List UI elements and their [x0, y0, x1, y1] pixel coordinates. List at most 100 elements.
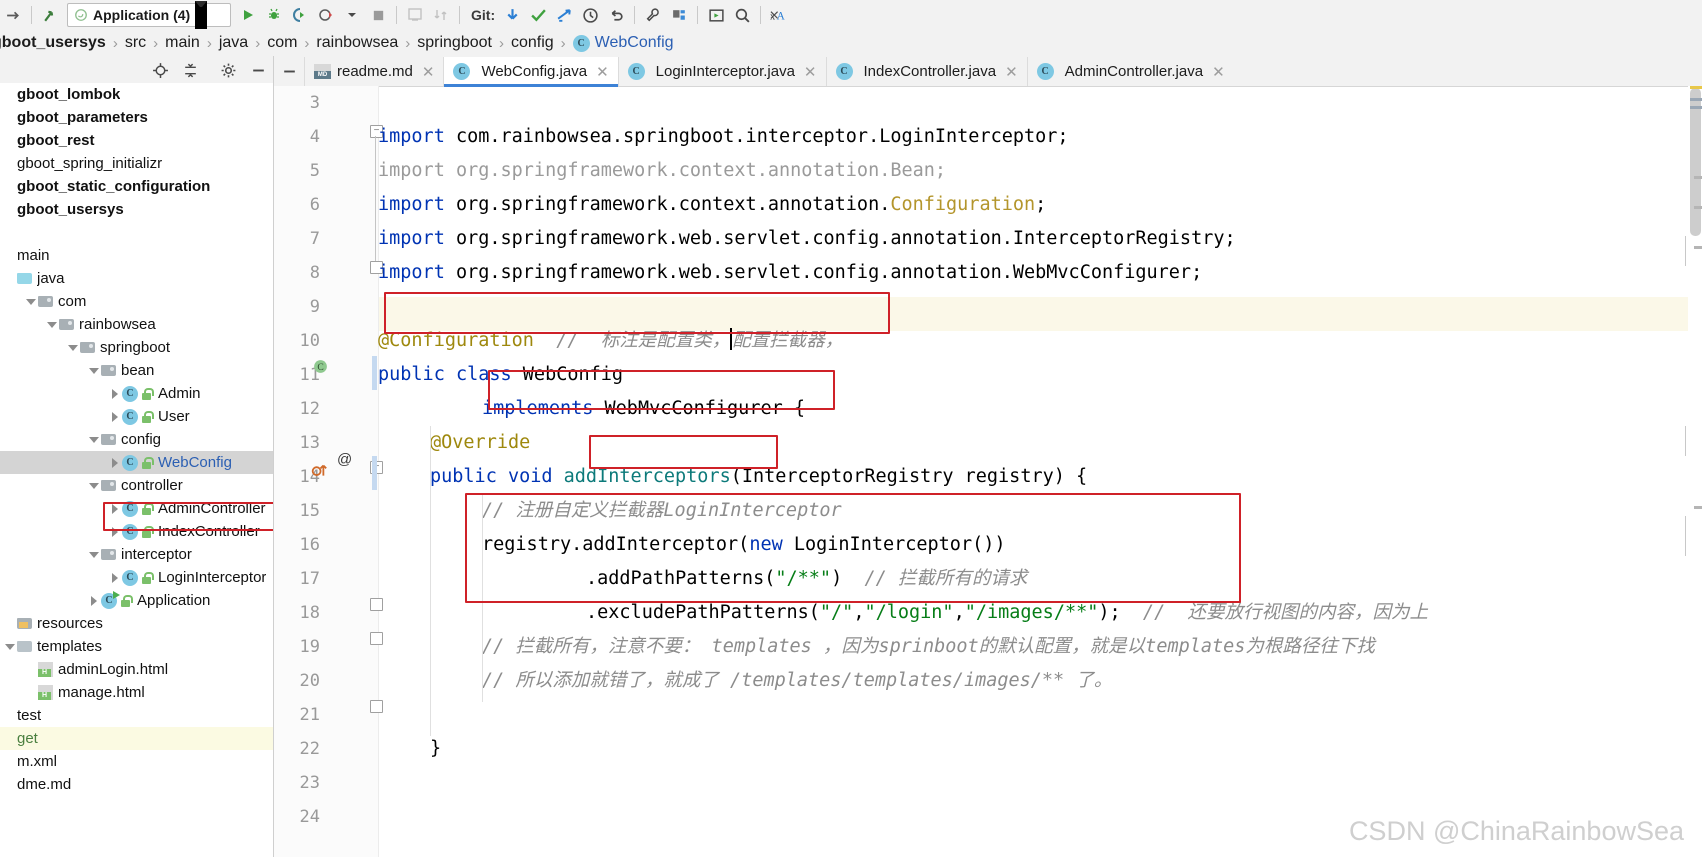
breadcrumb-item-java[interactable]: java — [219, 34, 248, 52]
info-stripe[interactable] — [1690, 98, 1702, 101]
code-text[interactable]: import com.rainbowsea.springboot.interce… — [378, 86, 1658, 857]
tree-item-gboot-parameters[interactable]: gboot_parameters — [0, 106, 273, 129]
tree-item-java[interactable]: java — [0, 267, 273, 290]
git-commit-icon[interactable] — [525, 2, 551, 28]
breadcrumb-item-config[interactable]: config — [511, 34, 554, 52]
tab-webconfig-java[interactable]: C WebConfig.java ✕ — [443, 57, 617, 86]
git-push-icon[interactable] — [551, 2, 577, 28]
chevron-down-icon[interactable] — [4, 640, 17, 653]
search-icon[interactable] — [729, 2, 755, 28]
collapse-all-icon[interactable] — [180, 60, 200, 80]
editor-scrollbar[interactable] — [1688, 86, 1702, 857]
tab-logininterceptor-java[interactable]: C LoginInterceptor.java ✕ — [618, 57, 826, 86]
chevron-down-icon[interactable] — [88, 548, 101, 561]
close-icon[interactable]: ✕ — [596, 63, 609, 81]
chevron-down-icon[interactable] — [25, 295, 38, 308]
chevron-right-icon[interactable] — [109, 525, 122, 538]
chevron-right-icon[interactable] — [88, 594, 101, 607]
chevron-right-icon[interactable] — [109, 456, 122, 469]
annotation-at-icon[interactable]: @ — [337, 451, 352, 468]
run-coverage-icon[interactable] — [287, 2, 313, 28]
forward-arrow-icon[interactable] — [0, 2, 26, 28]
locate-icon[interactable] — [150, 60, 170, 80]
run-anything-icon[interactable] — [703, 2, 729, 28]
chevron-down-icon[interactable] — [88, 364, 101, 377]
hide-icon[interactable] — [248, 60, 268, 80]
tree-item-admincontroller[interactable]: CAdminController — [0, 497, 273, 520]
chevron-down-icon[interactable] — [339, 2, 365, 28]
chevron-down-icon[interactable] — [46, 318, 59, 331]
tree-item-gboot-static-configuration[interactable]: gboot_static_configuration — [0, 175, 273, 198]
tree-item-test[interactable]: test — [0, 704, 273, 727]
tree-item-springboot[interactable]: springboot — [0, 336, 273, 359]
debug-icon[interactable] — [261, 2, 287, 28]
breadcrumb-item-springboot[interactable]: springboot — [417, 34, 492, 52]
translate-icon[interactable]: xA — [766, 2, 792, 28]
close-icon[interactable]: ✕ — [1005, 63, 1018, 81]
breadcrumb-item-webconfig[interactable]: WebConfig — [595, 34, 674, 52]
tree-item-config[interactable]: config — [0, 428, 273, 451]
chevron-down-icon[interactable] — [88, 479, 101, 492]
tab-indexcontroller-java[interactable]: C IndexController.java ✕ — [826, 57, 1027, 86]
run-configuration-selector[interactable]: Application (4) — [67, 3, 231, 27]
tree-item-com[interactable]: com — [0, 290, 273, 313]
profile-icon[interactable] — [313, 2, 339, 28]
tree-item-gboot-spring-initializr[interactable]: gboot_spring_initializr — [0, 152, 273, 175]
breadcrumb-item-rainbowsea[interactable]: rainbowsea — [316, 34, 398, 52]
tab-admincontroller-java[interactable]: C AdminController.java ✕ — [1027, 57, 1234, 86]
breadcrumb-item-main[interactable]: main — [165, 34, 200, 52]
tree-item-main[interactable]: main — [0, 244, 273, 267]
hide-editor-icon[interactable] — [278, 60, 300, 82]
tree-item-gboot-lombok[interactable]: gboot_lombok — [0, 83, 273, 106]
close-icon[interactable]: ✕ — [422, 63, 435, 81]
tree-item-logininterceptor[interactable]: CLoginInterceptor — [0, 566, 273, 589]
tree-item-rainbowsea[interactable]: rainbowsea — [0, 313, 273, 336]
tab-readme-md[interactable]: readme.md ✕ — [304, 57, 443, 86]
breadcrumb-item-src[interactable]: src — [125, 34, 146, 52]
tree-item-user[interactable]: CUser — [0, 405, 273, 428]
tree-item-interceptor[interactable]: interceptor — [0, 543, 273, 566]
run-icon[interactable] — [235, 2, 261, 28]
tree-item-manage-html[interactable]: manage.html — [0, 681, 273, 704]
structure-icon[interactable] — [666, 2, 692, 28]
tree-item-m-xml[interactable]: m.xml — [0, 750, 273, 773]
chevron-right-icon[interactable] — [109, 502, 122, 515]
wrench-icon[interactable] — [640, 2, 666, 28]
override-arrow-icon[interactable] — [311, 461, 329, 483]
git-update-icon[interactable] — [499, 2, 525, 28]
editor-gutter[interactable]: 3456789101112131415161718192021222324 − … — [274, 86, 379, 857]
breadcrumb-item-project[interactable]: gboot_usersys — [0, 34, 106, 52]
tree-item-gboot-usersys[interactable]: gboot_usersys — [0, 198, 273, 221]
tree-item-templates[interactable]: templates — [0, 635, 273, 658]
info-stripe[interactable] — [1694, 246, 1702, 249]
info-stripe[interactable] — [1690, 106, 1702, 109]
chevron-right-icon[interactable] — [109, 387, 122, 400]
undo-icon[interactable] — [603, 2, 629, 28]
tree-item-admin[interactable]: CAdmin — [0, 382, 273, 405]
git-history-icon[interactable] — [577, 2, 603, 28]
breadcrumb-item-com[interactable]: com — [267, 34, 297, 52]
project-tree[interactable]: gboot_lombokgboot_parametersgboot_restgb… — [0, 83, 273, 796]
info-stripe[interactable] — [1694, 176, 1702, 179]
scrollbar-thumb[interactable] — [1690, 88, 1701, 236]
tree-item-resources[interactable]: resources — [0, 612, 273, 635]
settings-gear-icon[interactable] — [218, 60, 238, 80]
tree-item-application[interactable]: CApplication — [0, 589, 273, 612]
chevron-down-icon[interactable] — [67, 341, 80, 354]
chevron-right-icon[interactable] — [109, 410, 122, 423]
tree-item-webconfig[interactable]: CWebConfig — [0, 451, 273, 474]
chevron-down-icon[interactable] — [195, 1, 207, 29]
info-stripe[interactable] — [1694, 206, 1702, 209]
close-icon[interactable]: ✕ — [1212, 63, 1225, 81]
tree-item-controller[interactable]: controller — [0, 474, 273, 497]
warning-stripe[interactable] — [1690, 86, 1702, 89]
tree-item-dme-md[interactable]: dme.md — [0, 773, 273, 796]
chevron-right-icon[interactable] — [109, 571, 122, 584]
branch-icon[interactable] — [37, 2, 63, 28]
close-icon[interactable]: ✕ — [804, 63, 817, 81]
chevron-down-icon[interactable] — [88, 433, 101, 446]
tree-item-indexcontroller[interactable]: CIndexController — [0, 520, 273, 543]
tree-item-get[interactable]: get — [0, 727, 273, 750]
tree-item-bean[interactable]: bean — [0, 359, 273, 382]
tree-item-adminlogin-html[interactable]: adminLogin.html — [0, 658, 273, 681]
